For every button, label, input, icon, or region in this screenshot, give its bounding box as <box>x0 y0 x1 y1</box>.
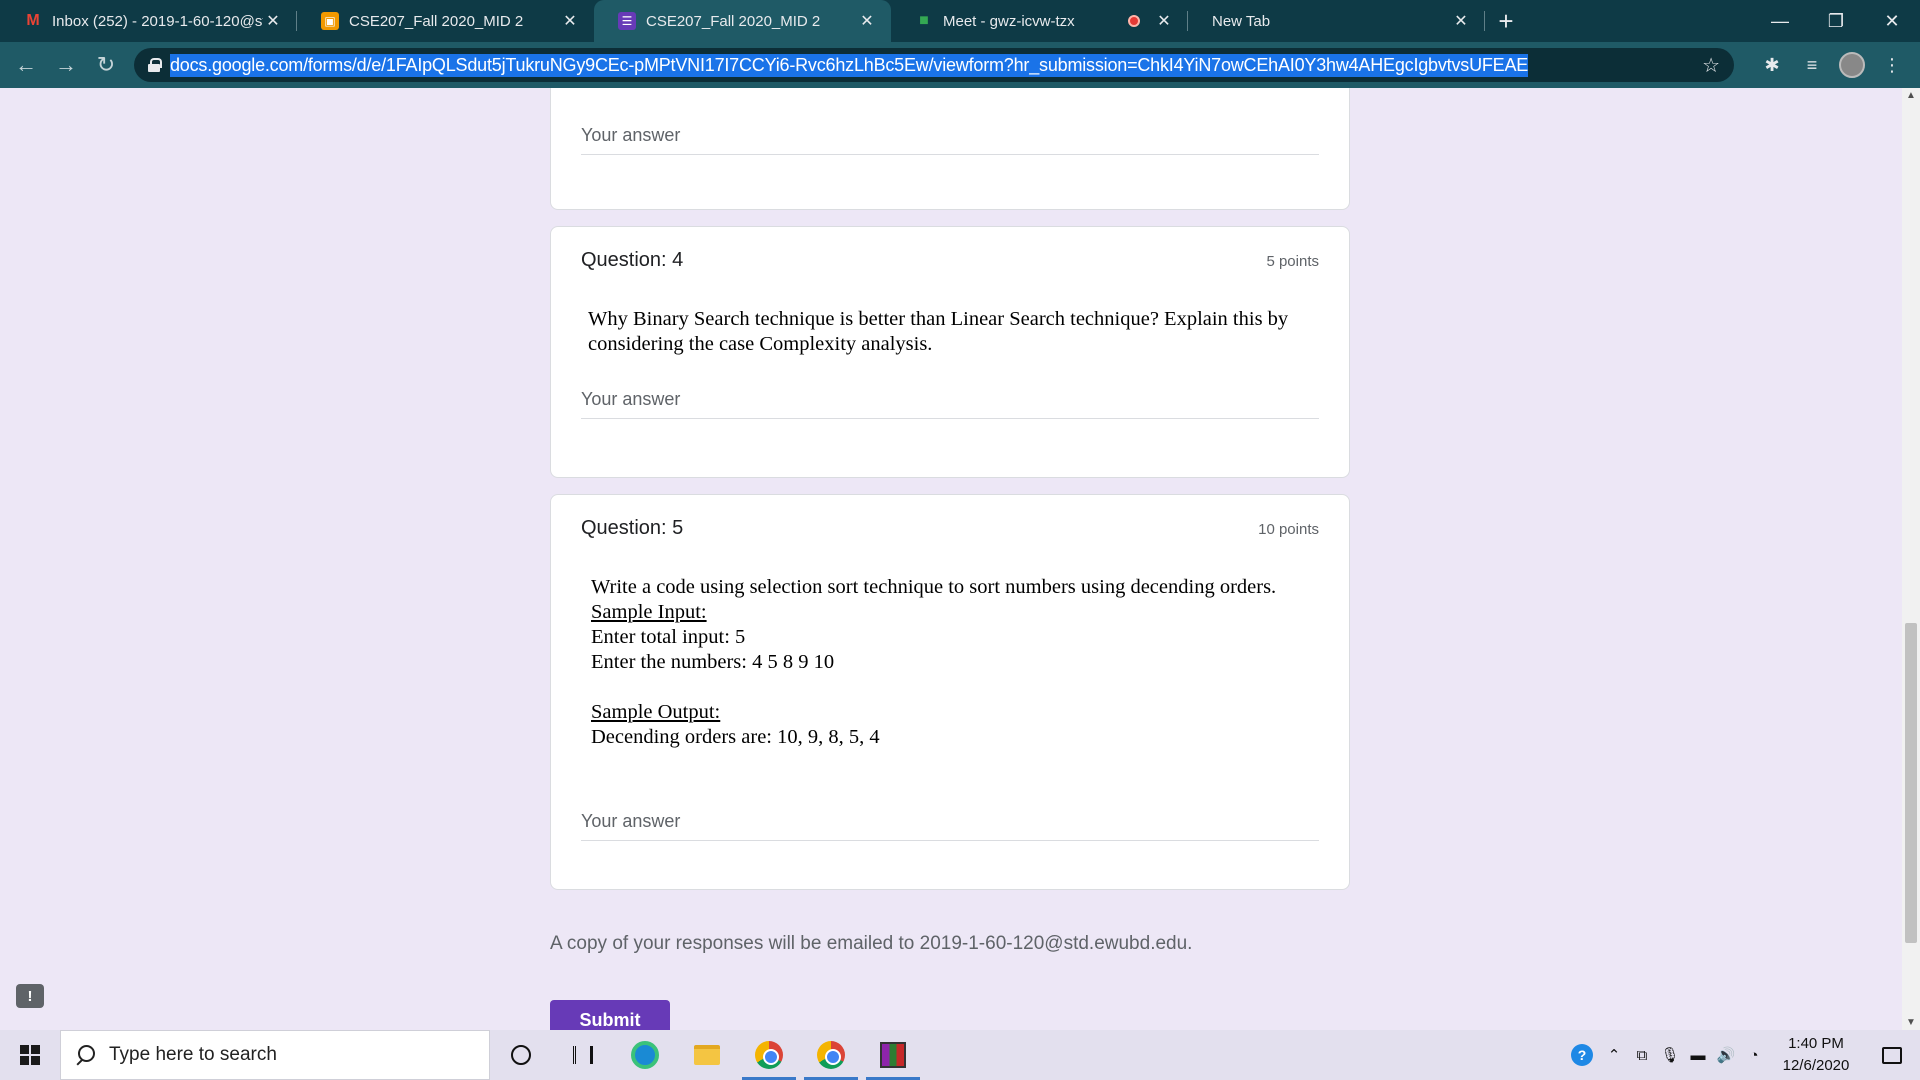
taskbar-clock[interactable]: 1:40 PM 12/6/2020 <box>1768 1033 1864 1077</box>
chrome-icon[interactable] <box>800 1030 862 1080</box>
menu-kebab-icon[interactable]: ⋮ <box>1872 47 1912 83</box>
avatar <box>1839 52 1865 78</box>
question-title: Question: 4 <box>581 249 684 271</box>
question-points: 5 points <box>1266 253 1319 270</box>
sample-input-line: Enter total input: 5 <box>591 626 746 648</box>
search-icon <box>75 1045 95 1065</box>
submit-button[interactable]: Submit <box>550 1000 670 1030</box>
url-text[interactable]: docs.google.com/forms/d/e/1FAIpQLSdut5jT… <box>170 53 1528 77</box>
profile-avatar[interactable] <box>1832 47 1872 83</box>
close-window-icon[interactable]: ✕ <box>1864 0 1920 42</box>
tab-forms-active[interactable]: ☰ CSE207_Fall 2020_MID 2 ✕ <box>594 0 891 42</box>
close-tab-icon[interactable]: ✕ <box>263 11 283 31</box>
notification-center-icon[interactable] <box>1864 1030 1920 1080</box>
windows-start-icon[interactable] <box>0 1030 60 1080</box>
question-points: 10 points <box>1258 521 1319 538</box>
battery-icon[interactable]: ▬ <box>1684 1030 1712 1080</box>
gmail-icon: M <box>26 12 40 29</box>
form-page: Your answer Question: 4 5 points Why Bin… <box>0 88 1902 1030</box>
recording-icon <box>1128 15 1140 27</box>
browser-tab-strip: M Inbox (252) - 2019-1-60-120@std.ewubd.… <box>0 0 1920 42</box>
tab-title: Meet - gwz-icvw-tzx <box>943 12 1075 30</box>
volume-icon[interactable]: 🔊 <box>1712 1030 1740 1080</box>
question-prompt: Write a code using selection sort techni… <box>591 576 1277 598</box>
meet-icon: ■ <box>919 12 929 29</box>
question-card-4: Question: 4 5 points Why Binary Search t… <box>550 226 1350 478</box>
question-text: Write a code using selection sort techni… <box>591 575 1313 750</box>
window-controls: — ❐ ✕ <box>1752 0 1920 42</box>
clock-date: 12/6/2020 <box>1782 1057 1850 1074</box>
sample-input-label: Sample Input: <box>591 601 707 623</box>
meet-now-icon[interactable]: ⧉ <box>1628 1030 1656 1080</box>
reload-icon[interactable]: ↻ <box>86 47 126 83</box>
browser-toolbar: ← → ↻ docs.google.com/forms/d/e/1FAIpQLS… <box>0 42 1920 88</box>
minimize-icon[interactable]: — <box>1752 0 1808 42</box>
file-explorer-icon[interactable] <box>676 1030 738 1080</box>
sample-output-label: Sample Output: <box>591 701 721 723</box>
classroom-icon: ▣ <box>321 12 339 30</box>
microphone-icon[interactable]: 🎙 <box>1656 1030 1684 1080</box>
question-title: Question: 5 <box>581 517 684 539</box>
close-tab-icon[interactable]: ✕ <box>560 11 580 31</box>
forward-arrow-icon[interactable]: → <box>46 47 86 83</box>
system-tray: ? ⌃ ⧉ 🎙 ▬ 🔊 ◔ 1:40 PM 12/6/2020 <box>1564 1030 1920 1080</box>
tab-title: CSE207_Fall 2020_MID 2 <box>646 12 821 30</box>
question-text: Why Binary Search technique is better th… <box>588 308 1289 355</box>
forms-icon: ☰ <box>618 12 636 30</box>
winrar-icon[interactable] <box>862 1030 924 1080</box>
back-arrow-icon[interactable]: ← <box>6 47 46 83</box>
page-scrollbar[interactable]: ▲ ▼ <box>1902 88 1920 1030</box>
scroll-down-arrow-icon[interactable]: ▼ <box>1902 1017 1920 1028</box>
tab-gmail[interactable]: M Inbox (252) - 2019-1-60-120@std.ewubd.… <box>0 0 297 42</box>
windows-taskbar: Type here to search ? ⌃ ⧉ 🎙 ▬ 🔊 ◔ 1:40 P… <box>0 1030 1920 1080</box>
show-hidden-icons-chevron-icon[interactable]: ⌃ <box>1600 1030 1628 1080</box>
help-icon[interactable]: ? <box>1564 1030 1600 1080</box>
task-view-icon[interactable] <box>552 1030 614 1080</box>
extensions-puzzle-icon[interactable]: ✱ <box>1752 47 1792 83</box>
question-card-5: Question: 5 10 points Write a code using… <box>550 494 1350 890</box>
scrollbar-thumb[interactable] <box>1905 623 1917 943</box>
cortana-icon[interactable] <box>490 1030 552 1080</box>
question-card-previous: Your answer <box>550 88 1350 210</box>
wifi-icon[interactable]: ◔ <box>1740 1030 1768 1080</box>
clock-time: 1:40 PM <box>1788 1035 1844 1052</box>
tab-title: Inbox (252) - 2019-1-60-120@std.ewubd.ed… <box>52 12 263 30</box>
feedback-icon[interactable]: ! <box>16 984 44 1008</box>
search-placeholder: Type here to search <box>109 1044 277 1065</box>
media-control-icon[interactable]: ≡ <box>1792 47 1832 83</box>
scroll-up-arrow-icon[interactable]: ▲ <box>1902 90 1920 101</box>
tab-new-tab[interactable]: New Tab ✕ <box>1188 0 1485 42</box>
close-tab-icon[interactable]: ✕ <box>1451 11 1471 31</box>
tab-meet[interactable]: ■ Meet - gwz-icvw-tzx ✕ <box>891 0 1188 42</box>
close-tab-icon[interactable]: ✕ <box>1154 11 1174 31</box>
tab-classroom[interactable]: ▣ CSE207_Fall 2020_MID 2 ✕ <box>297 0 594 42</box>
chrome-profile-icon[interactable] <box>738 1030 800 1080</box>
new-tab-plus-icon[interactable]: + <box>1485 0 1527 42</box>
tab-separator <box>1484 11 1485 31</box>
answer-input[interactable]: Your answer <box>581 389 1319 419</box>
tab-title: New Tab <box>1212 12 1271 30</box>
restore-icon[interactable]: ❐ <box>1808 0 1864 42</box>
close-tab-icon[interactable]: ✕ <box>857 11 877 31</box>
edge-browser-icon[interactable] <box>614 1030 676 1080</box>
answer-input[interactable]: Your answer <box>581 811 1319 841</box>
answer-input[interactable]: Your answer <box>581 125 1319 155</box>
toolbar-icons: ✱ ≡ ⋮ <box>1752 47 1912 83</box>
tab-title: CSE207_Fall 2020_MID 2 <box>349 12 524 30</box>
bookmark-star-icon[interactable]: ☆ <box>1702 53 1720 78</box>
lock-icon[interactable] <box>148 58 162 72</box>
email-copy-note: A copy of your responses will be emailed… <box>550 933 1193 954</box>
address-bar[interactable]: docs.google.com/forms/d/e/1FAIpQLSdut5jT… <box>134 48 1734 82</box>
taskbar-search-box[interactable]: Type here to search <box>60 1030 490 1080</box>
sample-input-line: Enter the numbers: 4 5 8 9 10 <box>591 651 835 673</box>
sample-output-line: Decending orders are: 10, 9, 8, 5, 4 <box>591 726 880 748</box>
